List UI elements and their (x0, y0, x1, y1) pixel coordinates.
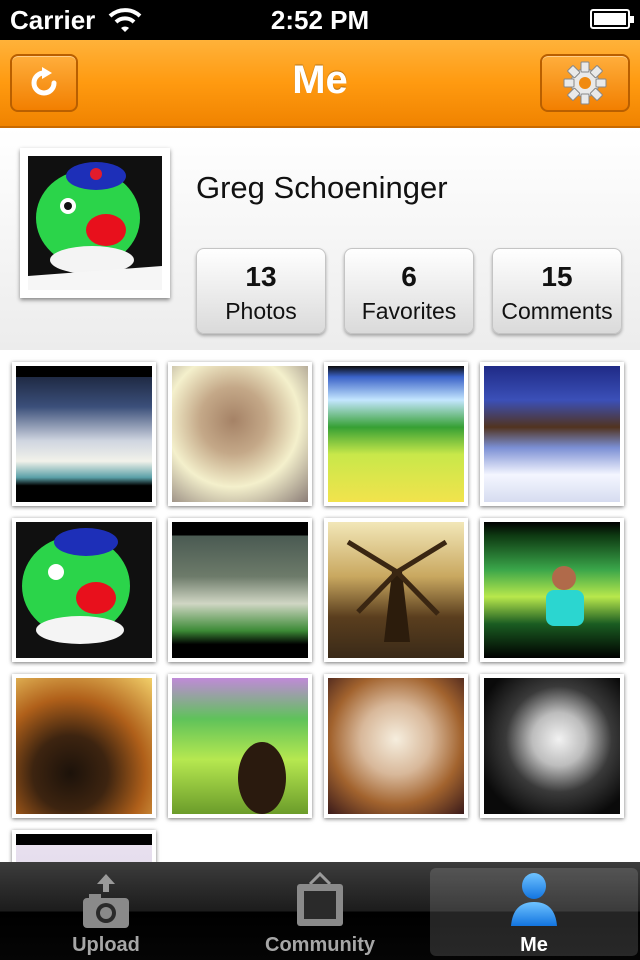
favorites-count-button[interactable]: 6 Favorites (344, 248, 474, 334)
tab-community-label: Community (265, 934, 375, 956)
profile-header: Greg Schoeninger 13 Photos 6 Favorites 1… (0, 128, 640, 351)
person-icon (511, 873, 557, 926)
photo-thumbnail[interactable] (324, 362, 468, 506)
photo-thumbnail[interactable] (168, 518, 312, 662)
photos-label: Photos (225, 298, 297, 324)
photo-thumbnail[interactable] (12, 518, 156, 662)
photo-thumbnail[interactable] (480, 518, 624, 662)
comments-count: 15 (541, 261, 573, 292)
profile-name: Greg Schoeninger (196, 170, 448, 205)
photos-count-button[interactable]: 13 Photos (196, 248, 326, 334)
favorites-count: 6 (401, 261, 417, 292)
photos-count: 13 (245, 261, 277, 292)
tab-me-label: Me (520, 934, 548, 956)
photo-thumbnail[interactable] (324, 674, 468, 818)
photo-thumbnail[interactable] (480, 674, 624, 818)
comments-label: Comments (501, 298, 613, 324)
battery-icon (590, 9, 634, 29)
photo-thumbnail[interactable] (168, 362, 312, 506)
gear-icon (563, 61, 607, 105)
tab-upload-label: Upload (72, 934, 140, 956)
clock: 2:52 PM (270, 5, 370, 35)
avatar[interactable] (20, 148, 170, 298)
settings-button[interactable] (540, 54, 630, 112)
camera-upload-icon (83, 874, 129, 928)
photo-thumbnail[interactable] (324, 518, 468, 662)
tab-upload[interactable]: Upload (0, 862, 212, 960)
photo-thumbnail[interactable] (480, 362, 624, 506)
photo-grid (0, 350, 640, 862)
tab-me[interactable]: Me (428, 862, 640, 960)
tab-community[interactable]: Community (212, 862, 428, 960)
photo-thumbnail[interactable] (12, 674, 156, 818)
favorites-label: Favorites (361, 298, 457, 324)
picture-frame-icon (297, 872, 343, 926)
avatar-image (28, 156, 162, 290)
navigation-bar: Me (0, 40, 640, 128)
tab-bar: Upload Community Me (0, 862, 640, 960)
status-bar: Carrier 2:52 PM (0, 0, 640, 40)
comments-count-button[interactable]: 15 Comments (492, 248, 622, 334)
photo-thumbnail[interactable] (12, 362, 156, 506)
photo-thumbnail[interactable] (12, 830, 156, 862)
photo-thumbnail[interactable] (168, 674, 312, 818)
